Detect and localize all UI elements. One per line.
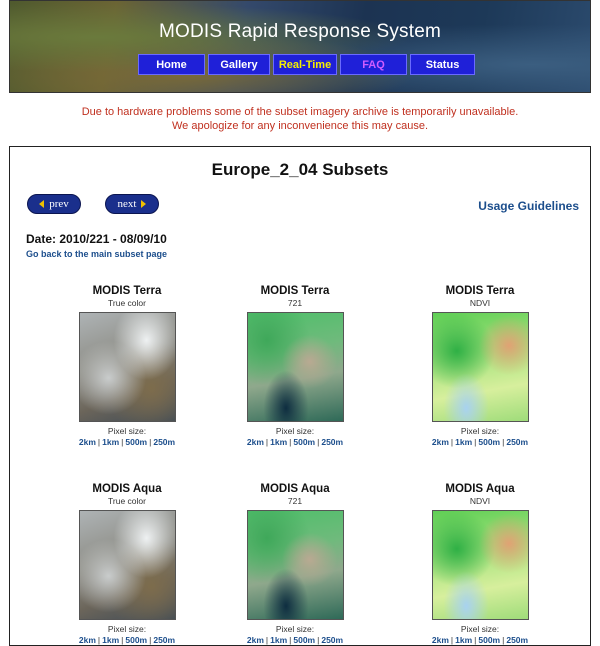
satellite-name: MODIS Aqua bbox=[92, 483, 162, 495]
size-links: 2km | 1km | 500m | 250m bbox=[431, 635, 529, 645]
size-links: 2km | 1km | 500m | 250m bbox=[78, 635, 176, 645]
size-link-500m[interactable]: 500m bbox=[478, 635, 500, 645]
pixel-size-label: Pixel size: bbox=[107, 426, 147, 436]
size-link-500m[interactable]: 500m bbox=[125, 635, 147, 645]
size-links: 2km | 1km | 500m | 250m bbox=[246, 437, 344, 447]
band-name: 721 bbox=[287, 496, 303, 506]
band-name: NDVI bbox=[469, 298, 491, 308]
size-link-250m[interactable]: 250m bbox=[153, 437, 175, 447]
subset-thumbnail[interactable] bbox=[431, 312, 529, 422]
pixel-size-label: Pixel size: bbox=[275, 624, 315, 634]
size-link-2km[interactable]: 2km bbox=[432, 437, 449, 447]
usage-guidelines-link[interactable]: Usage Guidelines bbox=[478, 199, 579, 213]
date-label: Date: 2010/221 - 08/09/10 bbox=[26, 232, 167, 246]
pixel-size-label: Pixel size: bbox=[460, 624, 500, 634]
subset-cell: MODIS Terra NDVI Pixel size: 2km | 1km | 500… bbox=[400, 285, 560, 447]
size-link-250m[interactable]: 250m bbox=[506, 437, 528, 447]
site-title: MODIS Rapid Response System bbox=[158, 21, 442, 42]
size-link-1km[interactable]: 1km bbox=[270, 437, 287, 447]
pixel-size-label: Pixel size: bbox=[107, 624, 147, 634]
main-nav: Home Gallery Real-Time FAQ Status bbox=[138, 54, 475, 75]
size-link-2km[interactable]: 2km bbox=[79, 437, 96, 447]
notice-line-2: We apologize for any inconvenience this … bbox=[172, 120, 428, 132]
subset-thumbnail[interactable] bbox=[431, 510, 529, 620]
size-link-250m[interactable]: 250m bbox=[153, 635, 175, 645]
subset-cell: MODIS Aqua NDVI Pixel size: 2km | 1km | 500m… bbox=[400, 483, 560, 645]
triangle-left-icon bbox=[39, 200, 45, 208]
size-links: 2km | 1km | 500m | 250m bbox=[78, 437, 176, 447]
size-link-1km[interactable]: 1km bbox=[102, 437, 119, 447]
satellite-name: MODIS Terra bbox=[260, 285, 330, 297]
page-title: Europe_2_04 Subsets bbox=[211, 160, 389, 179]
size-link-500m[interactable]: 500m bbox=[125, 437, 147, 447]
size-links: 2km | 1km | 500m | 250m bbox=[246, 635, 344, 645]
subset-cell: MODIS Aqua 721 Pixel size: 2km | 1km | 500m |… bbox=[215, 483, 375, 645]
prev-label: prev bbox=[49, 198, 69, 210]
subset-thumbnail[interactable] bbox=[78, 510, 176, 620]
satellite-name: MODIS Terra bbox=[92, 285, 162, 297]
nav-home[interactable]: Home bbox=[138, 54, 205, 75]
header-banner: MODIS Rapid Response System Home Gallery… bbox=[9, 0, 591, 93]
subset-cell: MODIS Terra 721 Pixel size: 2km | 1km | 500m… bbox=[215, 285, 375, 447]
size-link-2km[interactable]: 2km bbox=[79, 635, 96, 645]
size-link-2km[interactable]: 2km bbox=[432, 635, 449, 645]
outage-notice: Due to hardware problems some of the sub… bbox=[0, 105, 600, 133]
pixel-size-label: Pixel size: bbox=[460, 426, 500, 436]
size-link-500m[interactable]: 500m bbox=[478, 437, 500, 447]
size-link-2km[interactable]: 2km bbox=[247, 635, 264, 645]
size-link-500m[interactable]: 500m bbox=[293, 437, 315, 447]
nav-faq[interactable]: FAQ bbox=[340, 54, 407, 75]
satellite-name: MODIS Aqua bbox=[260, 483, 330, 495]
size-link-2km[interactable]: 2km bbox=[247, 437, 264, 447]
prev-button[interactable]: prev bbox=[27, 194, 81, 214]
size-links: 2km | 1km | 500m | 250m bbox=[431, 437, 529, 447]
size-link-250m[interactable]: 250m bbox=[321, 437, 343, 447]
subset-cell: MODIS Terra True color Pixel size: 2km | 1… bbox=[47, 285, 207, 447]
subset-thumbnail[interactable] bbox=[246, 312, 344, 422]
pixel-size-label: Pixel size: bbox=[275, 426, 315, 436]
band-name: True color bbox=[108, 496, 146, 506]
next-button[interactable]: next bbox=[105, 194, 159, 214]
size-link-250m[interactable]: 250m bbox=[321, 635, 343, 645]
nav-status[interactable]: Status bbox=[410, 54, 475, 75]
next-label: next bbox=[117, 198, 137, 210]
band-name: 721 bbox=[287, 298, 303, 308]
size-link-1km[interactable]: 1km bbox=[455, 635, 472, 645]
size-link-1km[interactable]: 1km bbox=[270, 635, 287, 645]
size-link-1km[interactable]: 1km bbox=[102, 635, 119, 645]
subsets-panel: Europe_2_04 Subsets prev next Usage Guid… bbox=[9, 146, 591, 646]
nav-gallery[interactable]: Gallery bbox=[208, 54, 270, 75]
band-name: True color bbox=[108, 298, 146, 308]
triangle-right-icon bbox=[141, 200, 147, 208]
subset-thumbnail[interactable] bbox=[246, 510, 344, 620]
size-link-500m[interactable]: 500m bbox=[293, 635, 315, 645]
subset-thumbnail[interactable] bbox=[78, 312, 176, 422]
subset-cell: MODIS Aqua True color Pixel size: 2km | 1k… bbox=[47, 483, 207, 645]
band-name: NDVI bbox=[469, 496, 491, 506]
satellite-name: MODIS Aqua bbox=[445, 483, 515, 495]
size-link-250m[interactable]: 250m bbox=[506, 635, 528, 645]
size-link-1km[interactable]: 1km bbox=[455, 437, 472, 447]
back-link[interactable]: Go back to the main subset page bbox=[26, 249, 167, 259]
nav-real-time[interactable]: Real-Time bbox=[273, 54, 337, 75]
notice-line-1: Due to hardware problems some of the sub… bbox=[81, 106, 519, 118]
satellite-name: MODIS Terra bbox=[445, 285, 515, 297]
